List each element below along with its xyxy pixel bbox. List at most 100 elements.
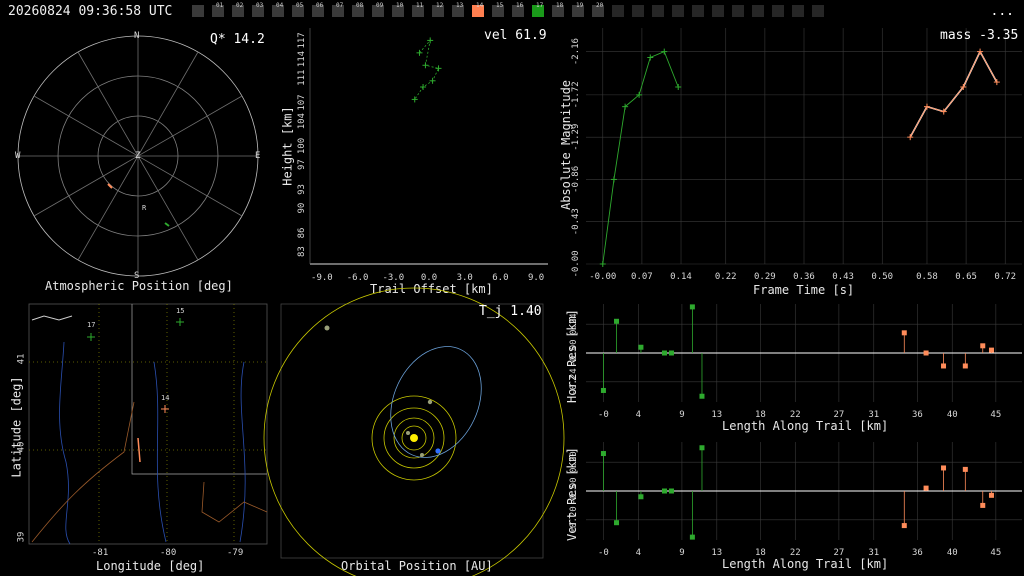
planet-marker — [324, 325, 330, 331]
frame-cell[interactable]: 10 — [392, 2, 404, 17]
magnitude-x-tick: 0.72 — [994, 272, 1016, 282]
frame-cell[interactable]: 08 — [352, 2, 364, 17]
vert-point — [689, 534, 695, 540]
height-y-tick: 97 — [297, 159, 307, 170]
planet-marker — [406, 431, 410, 435]
frame-cell[interactable]: 11 — [412, 2, 424, 17]
frame-cell[interactable]: 15 — [492, 2, 504, 17]
frame-cell[interactable]: 02 — [232, 2, 244, 17]
map-xlabel: Longitude [deg] — [96, 559, 205, 573]
magnitude-fit-line — [909, 50, 998, 138]
horz-ylabel: Horz Res [km] — [564, 309, 579, 403]
frame-cell-label: 04 — [276, 2, 284, 9]
magnitude-x-tick: 0.14 — [670, 272, 692, 282]
height-y-tick: 107 — [297, 94, 307, 110]
height-y-tick: 86 — [297, 228, 307, 239]
height-y-tick: 117 — [297, 32, 307, 48]
horz-residual-chart: -0 4 9 13 18 22 27 31 36 40 450.24-0.00-0.24 — [569, 304, 1022, 420]
vert-point — [614, 520, 620, 526]
frame-cell[interactable] — [792, 5, 804, 17]
frame-cell[interactable]: 07 — [332, 2, 344, 17]
frame-cell[interactable] — [652, 5, 664, 17]
height-x-tick: -9.0 — [311, 273, 333, 283]
frame-cell[interactable]: 14 — [472, 2, 484, 17]
frame-cell-label: 12 — [436, 2, 444, 9]
west-label: W — [15, 151, 21, 161]
frame-cell[interactable]: 05 — [292, 2, 304, 17]
frame-cell-label: 20 — [596, 2, 604, 9]
frame-cell[interactable] — [752, 5, 764, 17]
vert-x-tick: 9 — [679, 548, 684, 558]
horz-point — [614, 318, 620, 324]
orbit-diagram — [263, 287, 565, 576]
vert-residual-chart: -0 4 9 13 18 22 27 31 36 40 450.20-0.00-0.20 — [569, 442, 1022, 558]
horz-point — [941, 363, 947, 369]
magnitude-x-tick: 0.43 — [832, 272, 854, 282]
frame-cell[interactable] — [692, 5, 704, 17]
frame-cell-label: 16 — [516, 2, 524, 9]
station-17-label: 17 — [87, 321, 96, 329]
frame-cell[interactable] — [192, 5, 204, 17]
vert-xlabel: Length Along Trail [km] — [722, 557, 889, 571]
magnitude-x-tick: 0.22 — [715, 272, 737, 282]
frame-cell[interactable] — [712, 5, 724, 17]
frame-cell[interactable] — [632, 5, 644, 17]
east-label: E — [255, 151, 261, 161]
height-point — [416, 49, 423, 56]
velocity-readout: vel 61.9 — [484, 28, 547, 43]
frame-cell[interactable]: 18 — [552, 2, 564, 17]
frame-cell[interactable]: 04 — [272, 2, 284, 17]
frame-cell[interactable]: 12 — [432, 2, 444, 17]
vert-x-tick: 4 — [636, 548, 641, 558]
horz-point — [923, 350, 929, 356]
frame-cell[interactable]: 19 — [572, 2, 584, 17]
frame-cell[interactable] — [812, 5, 824, 17]
height-panel: -9.0 -6.0 -3.0 0.0 3.0 6.0 9.0 117 114 111 107 104 1… — [278, 24, 550, 299]
frame-cell-label: 10 — [396, 2, 404, 9]
map-ylabel: Latitude [deg] — [9, 376, 24, 478]
frame-cell-label: 15 — [496, 2, 504, 9]
height-x-tick: -6.0 — [347, 273, 369, 283]
magnitude-x-tick: 0.36 — [793, 272, 815, 282]
vert-residual-panel: -0 4 9 13 18 22 27 31 36 40 45 0.20 -0.00 -0.20 Lengt… — [556, 440, 1024, 574]
lat-tick-2: 39 — [16, 531, 27, 543]
frame-cell[interactable] — [772, 5, 784, 17]
vert-point — [699, 445, 705, 451]
menu-button[interactable]: ... — [991, 4, 1014, 19]
frame-cell[interactable]: 20 — [592, 2, 604, 17]
map-panel: 17 15 14 -81 -80 -79 41 40 39 Longitude … — [4, 302, 274, 576]
frame-cell[interactable] — [612, 5, 624, 17]
magnitude-point — [610, 176, 617, 183]
frame-cell[interactable] — [672, 5, 684, 17]
frame-cell-label: 13 — [456, 2, 464, 9]
magnitude-y-tick: -2.16 — [571, 38, 581, 65]
frame-cell[interactable]: 13 — [452, 2, 464, 17]
frame-cell[interactable]: 16 — [512, 2, 524, 17]
magnitude-y-tick: -0.00 — [571, 250, 581, 277]
frame-cell-label: 02 — [236, 2, 244, 9]
vert-point — [923, 485, 929, 491]
frame-cell[interactable]: 06 — [312, 2, 324, 17]
frame-cell[interactable]: 03 — [252, 2, 264, 17]
ground-track — [137, 437, 141, 463]
magnitude-point — [977, 48, 984, 55]
height-y-tick: 111 — [297, 70, 307, 86]
height-trace — [414, 39, 440, 100]
magnitude-x-tick: 0.07 — [631, 272, 653, 282]
magnitude-point — [675, 84, 682, 90]
vert-point — [962, 466, 968, 472]
horz-x-tick: 4 — [636, 410, 641, 420]
magnitude-point — [993, 79, 1000, 86]
frame-cell[interactable] — [732, 5, 744, 17]
vert-point — [941, 465, 947, 471]
horz-xlabel: Length Along Trail [km] — [722, 419, 889, 433]
frame-cell[interactable]: 09 — [372, 2, 384, 17]
station-15-marker — [176, 318, 184, 326]
frame-cell[interactable]: 01 — [212, 2, 224, 17]
lon-tick-0: -81 — [92, 548, 109, 558]
lat-tick-0: 41 — [16, 353, 27, 365]
frame-cell[interactable]: 17 — [532, 2, 544, 17]
horz-x-tick: 40 — [947, 410, 958, 420]
vert-x-tick: 45 — [990, 548, 1001, 558]
horz-point — [699, 393, 705, 399]
